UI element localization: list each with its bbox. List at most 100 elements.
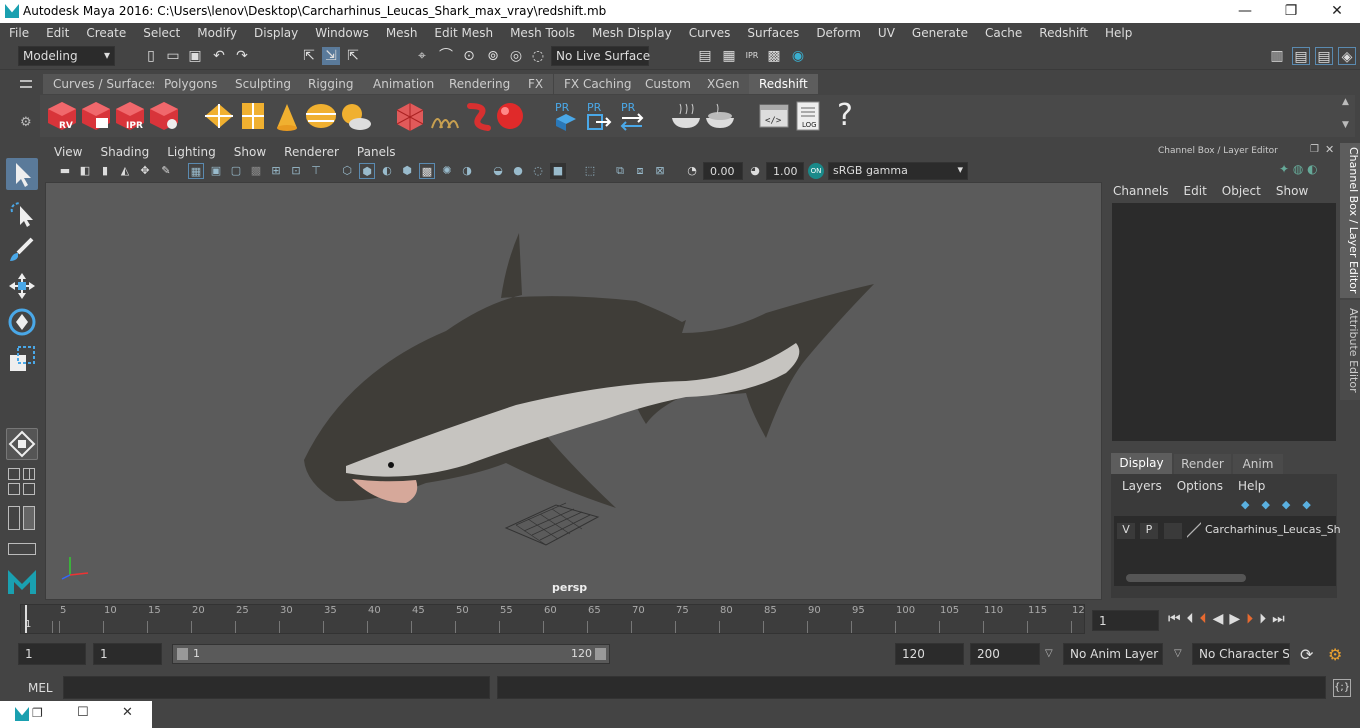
menu-surfaces[interactable]: Surfaces bbox=[738, 26, 807, 40]
workspace-icon[interactable]: ▥ bbox=[1268, 47, 1286, 65]
outliner-layout-icon[interactable] bbox=[8, 506, 20, 530]
step-back-frame-icon[interactable]: ⏴ bbox=[1187, 611, 1194, 627]
menu-mesh-tools[interactable]: Mesh Tools bbox=[501, 26, 583, 40]
four-pane-layout-icon[interactable] bbox=[23, 468, 35, 480]
shelf-scroll-up-icon[interactable]: ▲ bbox=[1342, 97, 1349, 107]
safe-title-icon[interactable]: ⊤ bbox=[308, 163, 324, 179]
close-window-icon[interactable]: ✕ bbox=[122, 705, 133, 720]
layer-new-icons[interactable]: ◆◆◆◆ bbox=[1241, 498, 1323, 511]
tab-animation[interactable]: Animation bbox=[363, 74, 446, 94]
channel-menu-show[interactable]: Show bbox=[1276, 184, 1308, 198]
textured-icon[interactable]: ▩ bbox=[419, 163, 435, 179]
select-object-icon[interactable]: ⇲ bbox=[322, 47, 340, 65]
current-frame-marker[interactable] bbox=[25, 605, 27, 633]
redshift-settings-icon[interactable] bbox=[148, 100, 180, 132]
menu-display[interactable]: Display bbox=[245, 26, 306, 40]
render-frame-icon[interactable]: ▦ bbox=[720, 47, 738, 65]
layer-tab-render[interactable]: Render bbox=[1174, 454, 1231, 474]
current-frame-field[interactable]: 1 bbox=[1092, 610, 1159, 631]
layer-name[interactable]: Carcharhinus_Leucas_Sh bbox=[1205, 523, 1341, 536]
layer-color-icon[interactable] bbox=[1187, 522, 1201, 538]
maximize-window-icon[interactable]: ☐ bbox=[77, 705, 89, 720]
live-surface-field[interactable]: No Live Surface bbox=[551, 46, 650, 66]
shelf-menu-icon[interactable] bbox=[20, 80, 32, 88]
redshift-mesh-params-icon[interactable] bbox=[394, 100, 426, 132]
render-settings-icon[interactable]: ▩ bbox=[765, 47, 783, 65]
anim-layer-field[interactable]: No Anim Layer bbox=[1063, 643, 1163, 665]
side-tab-channel-box[interactable]: Channel Box / Layer Editor bbox=[1340, 143, 1360, 298]
go-to-end-icon[interactable]: ⏭ bbox=[1272, 611, 1285, 627]
redshift-proxy-icon[interactable] bbox=[203, 100, 235, 132]
play-backward-icon[interactable]: ◀ bbox=[1213, 611, 1224, 627]
step-forward-key-icon[interactable]: ⏵ bbox=[1246, 611, 1253, 627]
gamma-icon[interactable]: ◕ bbox=[747, 163, 763, 179]
hypershade-icon[interactable]: ◉ bbox=[789, 47, 807, 65]
field-chart-icon[interactable]: ⊞ bbox=[268, 163, 284, 179]
redo-icon[interactable]: ↷ bbox=[233, 47, 251, 65]
bookmark-icon[interactable]: ▮ bbox=[97, 163, 113, 179]
select-camera-icon[interactable]: ⬚ bbox=[582, 163, 598, 179]
show-manipulator-icon[interactable] bbox=[6, 428, 38, 460]
graph-layout-icon[interactable] bbox=[23, 506, 35, 530]
grease-pencil-icon[interactable]: ✎ bbox=[158, 163, 174, 179]
snap-curve-icon[interactable]: ⌒ bbox=[437, 47, 455, 65]
tab-fx-caching[interactable]: FX Caching bbox=[554, 74, 643, 94]
redshift-log-icon[interactable]: LOG bbox=[793, 100, 825, 132]
mode-dropdown[interactable]: Modeling ▾ bbox=[18, 46, 115, 66]
viewport-menu-lighting[interactable]: Lighting bbox=[158, 145, 225, 159]
gate-mask-icon[interactable]: ▩ bbox=[248, 163, 264, 179]
make-live-icon[interactable]: ◌ bbox=[529, 47, 547, 65]
restore-window-icon[interactable]: ❐ bbox=[32, 706, 43, 720]
viewport-menu-view[interactable]: View bbox=[45, 145, 91, 159]
lasso-tool-icon[interactable] bbox=[6, 198, 38, 230]
viewport-menu-show[interactable]: Show bbox=[225, 145, 275, 159]
menu-cache[interactable]: Cache bbox=[976, 26, 1030, 40]
snap-view-icon[interactable]: ⊚ bbox=[484, 47, 502, 65]
isolate-select-icon[interactable]: ◒ bbox=[490, 163, 506, 179]
redshift-sphere-icon[interactable] bbox=[494, 100, 526, 132]
2d-pan-zoom-icon[interactable]: ✥ bbox=[137, 163, 153, 179]
single-pane-layout-icon[interactable] bbox=[8, 468, 20, 480]
redshift-script-icon[interactable]: </> bbox=[758, 100, 790, 132]
layer-menu-layers[interactable]: Layers bbox=[1122, 479, 1162, 493]
layer-scrollbar[interactable] bbox=[1126, 574, 1246, 582]
redshift-render-batch-icon[interactable] bbox=[80, 100, 112, 132]
tab-xgen[interactable]: XGen bbox=[697, 74, 751, 94]
auto-key-icon[interactable]: ⟳ bbox=[1300, 645, 1313, 664]
end-time-field[interactable]: 200 bbox=[970, 643, 1040, 665]
use-all-lights-icon[interactable]: ✺ bbox=[439, 163, 455, 179]
playback-start-field[interactable]: 1 bbox=[93, 643, 162, 665]
redshift-material-bake-icon[interactable] bbox=[670, 100, 702, 132]
layer-playback-toggle[interactable]: P bbox=[1140, 523, 1158, 539]
menu-help[interactable]: Help bbox=[1096, 26, 1140, 40]
wireframe-icon[interactable]: ⬡ bbox=[339, 163, 355, 179]
film-gate-icon[interactable]: ▣ bbox=[208, 163, 224, 179]
menu-mesh[interactable]: Mesh bbox=[377, 26, 426, 40]
layer-visibility-toggle[interactable]: V bbox=[1117, 523, 1135, 539]
command-input[interactable] bbox=[63, 676, 490, 699]
animation-preferences-icon[interactable]: ⚙ bbox=[1328, 645, 1342, 664]
viewport-menu-panels[interactable]: Panels bbox=[348, 145, 405, 159]
default-lighting-icon[interactable]: ⬢ bbox=[399, 163, 415, 179]
shelf-scroll-down-icon[interactable]: ▼ bbox=[1342, 120, 1349, 130]
new-scene-icon[interactable]: ▯ bbox=[142, 47, 160, 65]
perspective-viewport[interactable]: persp bbox=[45, 182, 1102, 600]
attribute-editor-toggle-icon[interactable]: ▤ bbox=[1292, 47, 1310, 65]
time-ruler[interactable]: 1 5 10 15 20 25 30 35 40 45 50 55 60 65 … bbox=[20, 604, 1085, 634]
undo-icon[interactable]: ↶ bbox=[210, 47, 228, 65]
snap-point-icon[interactable]: ⊙ bbox=[460, 47, 478, 65]
playback-end-field[interactable]: 120 bbox=[895, 643, 964, 665]
maya-home-icon[interactable] bbox=[6, 566, 38, 596]
redshift-sun-sky-icon[interactable] bbox=[339, 100, 371, 132]
redshift-hair-icon[interactable] bbox=[428, 100, 460, 132]
character-set-field[interactable]: No Character Set bbox=[1192, 643, 1290, 665]
redshift-ipr-icon[interactable]: IPR bbox=[114, 100, 146, 132]
channel-box-toggle-icon[interactable]: ◈ bbox=[1338, 47, 1356, 65]
tab-rendering[interactable]: Rendering bbox=[439, 74, 522, 94]
image-plane-icon[interactable]: ◭ bbox=[117, 163, 133, 179]
snap-surface-icon[interactable]: ◎ bbox=[507, 47, 525, 65]
redshift-pr-sync-icon[interactable]: PR bbox=[618, 100, 650, 132]
menu-mesh-display[interactable]: Mesh Display bbox=[583, 26, 680, 40]
start-time-field[interactable]: 1 bbox=[18, 643, 86, 665]
shelf-options-icon[interactable]: ⚙ bbox=[20, 115, 34, 130]
